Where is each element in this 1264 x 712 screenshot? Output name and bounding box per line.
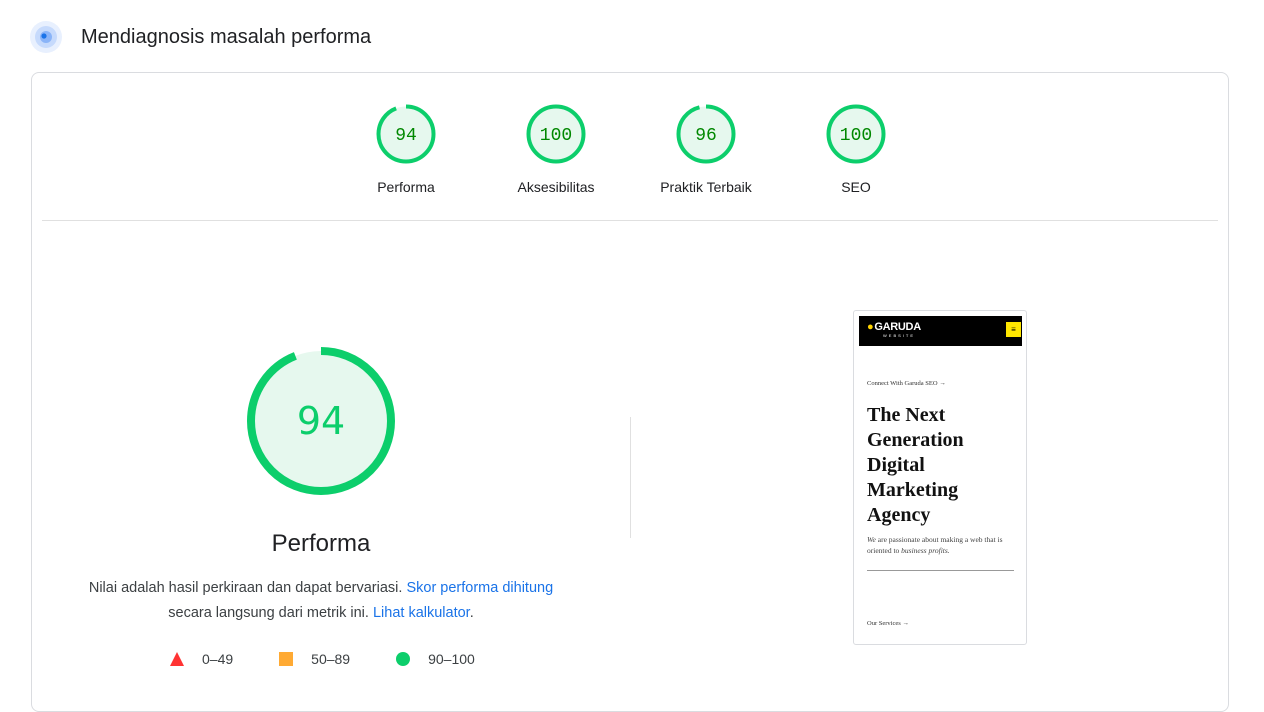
gauge-label: SEO [841, 179, 871, 195]
gauge-label: Praktik Terbaik [660, 179, 752, 195]
section-header: Mendiagnosis masalah performa [30, 20, 371, 54]
gauge-ring: 94 [376, 104, 436, 164]
hero-line: Agency [867, 504, 931, 526]
gauge-ring: 96 [676, 104, 736, 164]
hero-subtext: We are passionate about making a web tha… [867, 535, 1003, 555]
square-icon [279, 652, 294, 666]
section-title: Mendiagnosis masalah performa [81, 25, 372, 48]
score-calc-link[interactable]: Skor performa dihitung [406, 580, 553, 596]
legend-label: 0–49 [202, 651, 234, 667]
hero-line: The Next [867, 404, 946, 426]
vertical-divider [630, 417, 631, 538]
circle-icon [396, 652, 411, 666]
hero-line: Digital [867, 454, 925, 476]
score-legend: 0–49 50–89 90–100 [170, 651, 521, 667]
divider [867, 570, 1014, 571]
legend-average: 50–89 [279, 651, 350, 667]
performance-insights-icon [30, 21, 62, 53]
report-card: 94 Performa 100 Aksesibilitas 96 Praktik… [31, 72, 1229, 712]
hero-line: Generation [867, 429, 964, 451]
drop-icon: ● [867, 321, 874, 333]
hamburger-menu-icon: ≡ [1006, 322, 1021, 337]
gauge-ring: 100 [826, 104, 886, 164]
main-title: Performa [271, 530, 371, 557]
calculator-link[interactable]: Lihat kalkulator [373, 605, 470, 621]
hero-line: Marketing [867, 479, 959, 501]
garuda-logo: ●GARUDA [867, 321, 921, 333]
gauge-accessibility[interactable]: 100 Aksesibilitas [486, 103, 626, 195]
connect-link: Connect With Garuda SEO → [867, 380, 946, 387]
gauge-label: Performa [377, 179, 435, 195]
gauge-performance[interactable]: 94 Performa [336, 103, 476, 195]
gauge-label: Aksesibilitas [517, 179, 595, 195]
legend-label: 50–89 [311, 651, 351, 667]
gauge-best-practices[interactable]: 96 Praktik Terbaik [636, 103, 776, 195]
site-header-bar: ●GARUDA WEBSITE ≡ [859, 316, 1022, 346]
services-link: Our Services → [867, 620, 909, 627]
divider [42, 220, 1218, 221]
main-score: 94 [297, 399, 345, 443]
logo-subtitle: WEBSITE [883, 333, 916, 338]
gauge-score: 96 [695, 126, 717, 146]
gauge-score: 100 [840, 126, 872, 146]
gauge-seo[interactable]: 100 SEO [786, 103, 926, 195]
page-screenshot[interactable]: ●GARUDA WEBSITE ≡ Connect With Garuda SE… [853, 310, 1027, 645]
legend-pass: 90–100 [396, 651, 475, 667]
desc-text: Nilai adalah hasil perkiraan dan dapat b… [88, 580, 403, 596]
gauge-score: 100 [540, 126, 572, 146]
hero-heading: The Next Generation Digital Marketing Ag… [867, 403, 1017, 528]
category-gauges: 94 Performa 100 Aksesibilitas 96 Praktik… [32, 73, 1228, 220]
triangle-icon [170, 652, 184, 666]
gauge-score: 94 [395, 126, 417, 146]
main-gauge-ring: 94 [247, 347, 395, 495]
legend-fail: 0–49 [170, 651, 233, 667]
main-performance-gauge: 94 [245, 345, 397, 502]
gauge-ring: 100 [526, 104, 586, 164]
score-description: Nilai adalah hasil perkiraan dan dapat b… [72, 576, 570, 626]
desc-end: . [469, 605, 474, 621]
legend-label: 90–100 [428, 651, 475, 667]
desc-text: secara langsung dari metrik ini. [168, 605, 369, 621]
